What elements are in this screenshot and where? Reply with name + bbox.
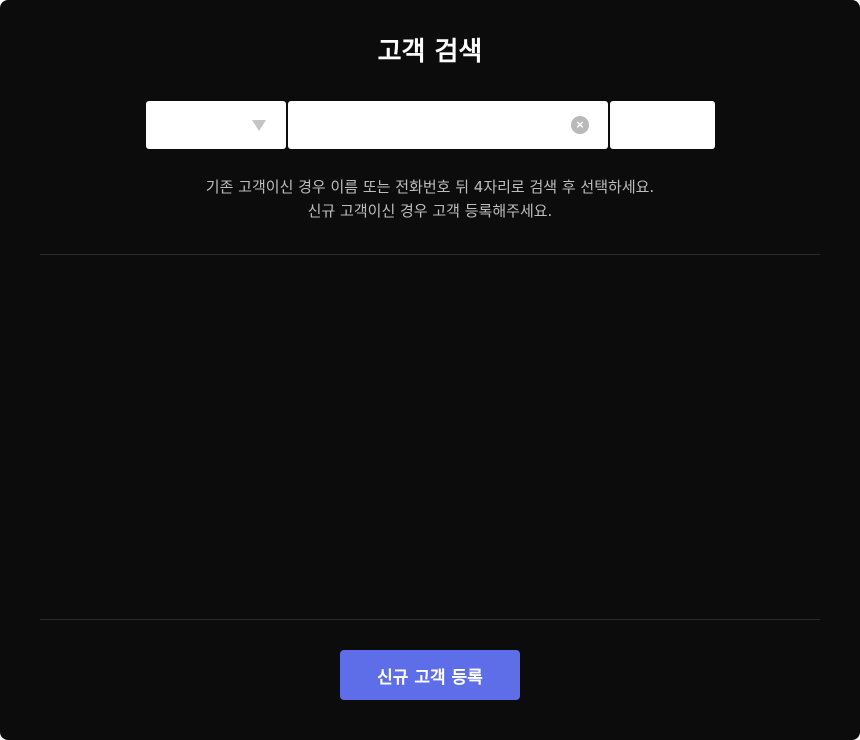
guide-line-existing: 기존 고객이신 경우 이름 또는 전화번호 뒤 4자리로 검색 후 선택하세요. bbox=[205, 178, 655, 196]
modal-title: 고객 검색 bbox=[377, 37, 483, 67]
register-new-customer-button[interactable]: 신규 고객 등록 bbox=[340, 650, 520, 700]
search-bar: × bbox=[146, 101, 715, 149]
search-type-select[interactable] bbox=[146, 101, 286, 149]
bottom-divider bbox=[40, 619, 820, 620]
search-results-list bbox=[40, 255, 820, 619]
guide-text: 기존 고객이신 경우 이름 또는 전화번호 뒤 4자리로 검색 후 선택하세요.… bbox=[0, 175, 860, 223]
search-input[interactable] bbox=[288, 101, 558, 149]
clear-icon[interactable]: × bbox=[571, 116, 589, 134]
search-input-wrapper: × bbox=[288, 101, 608, 149]
search-button[interactable] bbox=[610, 101, 715, 149]
customer-search-modal: 고객 검색 × 기존 고객이신 경우 이름 또는 전화번호 뒤 4자리로 검색 … bbox=[0, 0, 860, 740]
guide-line-new: 신규 고객이신 경우 고객 등록해주세요. bbox=[307, 202, 553, 220]
chevron-down-icon bbox=[252, 120, 266, 131]
